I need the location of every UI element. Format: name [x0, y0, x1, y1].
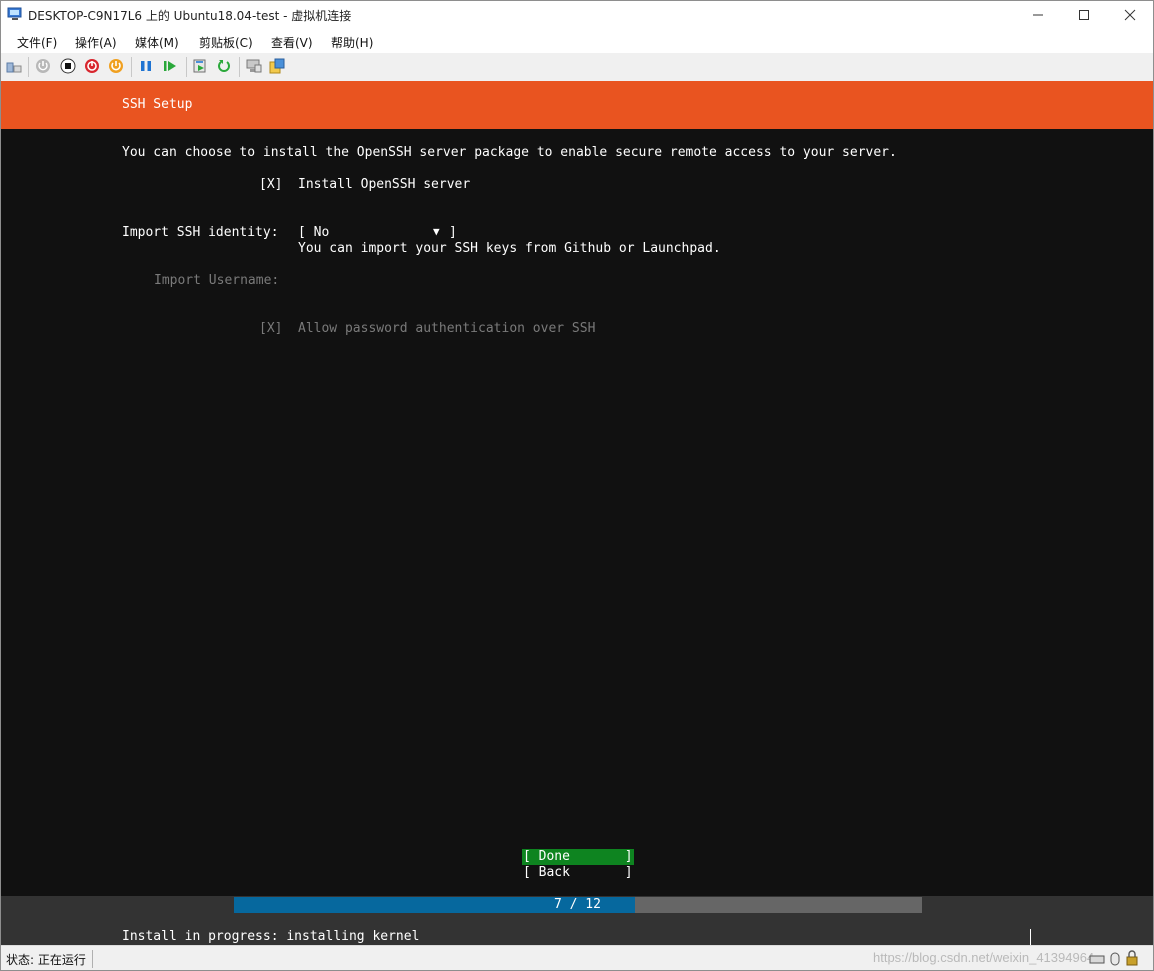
vm-connection-window: DESKTOP-C9N17L6 上的 Ubuntu18.04-test - 虚拟…: [0, 0, 1154, 971]
toolbar-separator: [28, 57, 29, 77]
import-ssh-identity-dropdown[interactable]: [ No: [298, 225, 329, 240]
toolbar-separator: [186, 57, 187, 77]
start-icon[interactable]: [35, 58, 51, 74]
close-button[interactable]: [1107, 1, 1153, 29]
allow-password-label: Allow password authentication over SSH: [298, 321, 596, 336]
menu-view[interactable]: 查看(V): [271, 34, 313, 51]
vm-state-text: 状态: 正在运行: [6, 953, 86, 967]
menu-bar: 文件(F) 操作(A) 媒体(M) 剪贴板(C) 查看(V) 帮助(H): [1, 29, 1153, 53]
save-icon[interactable]: [108, 58, 124, 74]
done-button[interactable]: [ Done ]: [523, 849, 633, 864]
enhanced-session-icon[interactable]: [246, 58, 262, 74]
install-openssh-label: Install OpenSSH server: [298, 177, 471, 192]
maximize-icon: [1079, 10, 1089, 20]
pause-icon[interactable]: [138, 58, 154, 74]
vm-connection-icon: [7, 7, 22, 20]
window-title: DESKTOP-C9N17L6 上的 Ubuntu18.04-test - 虚拟…: [28, 9, 352, 23]
installer-header-title: SSH Setup: [122, 97, 193, 112]
install-openssh-checkbox[interactable]: [X]: [259, 177, 282, 192]
progress-text: 7 / 12: [554, 897, 601, 912]
toolbar-separator: [131, 57, 132, 77]
vm-screen[interactable]: SSH Setup You can choose to install the …: [1, 81, 1153, 945]
menu-action[interactable]: 操作(A): [75, 34, 117, 51]
menu-help[interactable]: 帮助(H): [331, 34, 373, 51]
import-username-label: Import Username:: [154, 273, 280, 288]
close-icon: [1124, 9, 1136, 21]
ctrl-alt-del-icon[interactable]: [6, 58, 22, 74]
toolbar: [1, 53, 1153, 82]
dropdown-arrow-icon[interactable]: ▼: [433, 225, 440, 238]
minimize-icon: [1033, 14, 1043, 16]
keyboard-mouse-lock-icons: [1089, 950, 1138, 966]
allow-password-checkbox[interactable]: [X]: [259, 321, 282, 336]
text-cursor: [1030, 929, 1031, 945]
checkpoint-icon[interactable]: [192, 58, 208, 74]
back-button[interactable]: [ Back ]: [523, 865, 633, 880]
revert-icon[interactable]: [216, 58, 232, 74]
turn-off-icon[interactable]: [60, 58, 76, 74]
identity-help-text: You can import your SSH keys from Github…: [298, 241, 721, 256]
status-separator: [92, 950, 93, 968]
watermark-text: https://blog.csdn.net/weixin_41394964: [873, 950, 1095, 965]
title-bar[interactable]: DESKTOP-C9N17L6 上的 Ubuntu18.04-test - 虚拟…: [1, 1, 1153, 29]
maximize-button[interactable]: [1061, 1, 1107, 29]
intro-text: You can choose to install the OpenSSH se…: [122, 145, 897, 160]
share-icon[interactable]: [269, 58, 285, 74]
minimize-button[interactable]: [1015, 1, 1061, 29]
status-bar: 状态: 正在运行 https://blog.csdn.net/weixin_41…: [1, 945, 1153, 970]
install-status-line: Install in progress: installing kernel: [122, 929, 420, 944]
toolbar-separator: [239, 57, 240, 77]
dropdown-close-bracket: ]: [449, 225, 457, 240]
shutdown-icon[interactable]: [84, 58, 100, 74]
import-ssh-identity-label: Import SSH identity:: [122, 225, 279, 240]
menu-clipboard[interactable]: 剪贴板(C): [199, 34, 253, 51]
resume-icon[interactable]: [162, 58, 178, 74]
menu-file[interactable]: 文件(F): [17, 34, 57, 51]
menu-media[interactable]: 媒体(M): [135, 34, 179, 51]
